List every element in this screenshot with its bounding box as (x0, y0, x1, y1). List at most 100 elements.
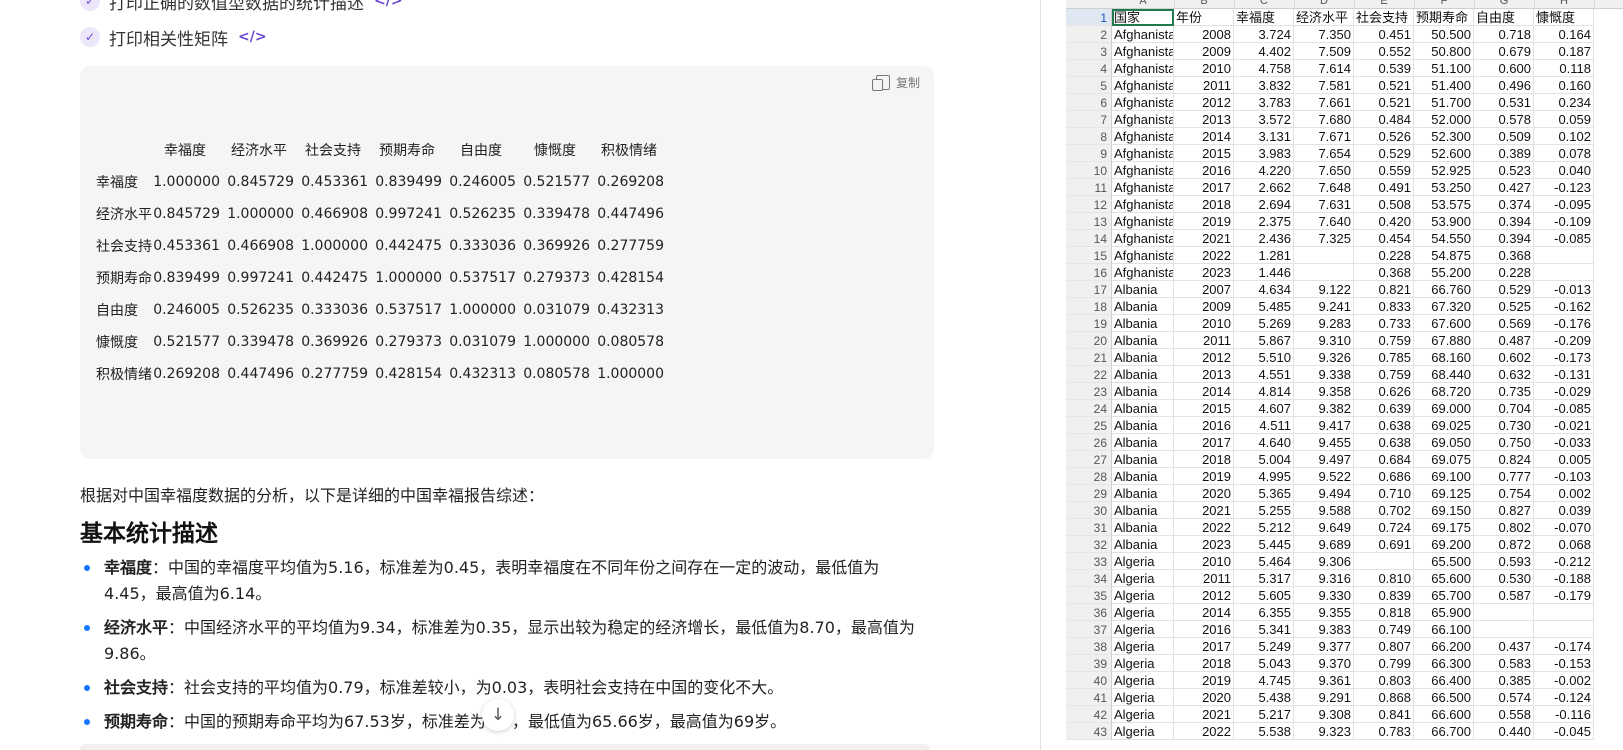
cell[interactable]: 0.839 (1354, 587, 1414, 604)
cell[interactable]: 2018 (1174, 451, 1234, 468)
cell[interactable]: 0.160 (1534, 77, 1594, 94)
cell[interactable]: 0.521 (1354, 94, 1414, 111)
cell[interactable]: 2018 (1174, 655, 1234, 672)
cell[interactable]: 5.538 (1234, 723, 1294, 740)
cell[interactable]: 2019 (1174, 672, 1234, 689)
cell[interactable]: 2011 (1174, 77, 1234, 94)
row-number[interactable]: 37 (1066, 621, 1111, 638)
cell[interactable]: 0.078 (1534, 145, 1594, 162)
cell[interactable]: 0.385 (1474, 672, 1534, 689)
cell[interactable]: Albania (1112, 468, 1174, 485)
cell[interactable]: 0.529 (1354, 145, 1414, 162)
cell[interactable]: -0.174 (1534, 638, 1594, 655)
cell[interactable]: 65.500 (1414, 553, 1474, 570)
row-number[interactable]: 21 (1066, 349, 1111, 366)
cell[interactable]: -0.029 (1534, 383, 1594, 400)
cell[interactable]: -0.179 (1534, 587, 1594, 604)
row-number[interactable]: 11 (1066, 179, 1111, 196)
cell[interactable] (1534, 247, 1594, 264)
cell[interactable]: -0.124 (1534, 689, 1594, 706)
cell[interactable]: 66.500 (1414, 689, 1474, 706)
cell[interactable]: 2019 (1174, 468, 1234, 485)
cell[interactable]: 2023 (1174, 536, 1234, 553)
cell[interactable]: 7.654 (1294, 145, 1354, 162)
row-number[interactable]: 3 (1066, 43, 1111, 60)
cell[interactable]: 2020 (1174, 689, 1234, 706)
cell[interactable]: -0.085 (1534, 400, 1594, 417)
column-header-d[interactable]: D (1294, 0, 1355, 8)
cell[interactable]: 0.523 (1474, 162, 1534, 179)
cell[interactable]: Afghanistan (1112, 128, 1174, 145)
cell[interactable]: 9.316 (1294, 570, 1354, 587)
cell[interactable]: 0.521 (1354, 77, 1414, 94)
header-cell[interactable]: 社会支持 (1354, 9, 1414, 26)
code-icon[interactable]: </> (238, 29, 267, 45)
header-cell[interactable]: 预期寿命 (1414, 9, 1474, 26)
cell[interactable]: 2016 (1174, 621, 1234, 638)
cell[interactable]: Algeria (1112, 706, 1174, 723)
cell[interactable]: 9.417 (1294, 417, 1354, 434)
cell[interactable]: 53.900 (1414, 213, 1474, 230)
cell[interactable]: 2011 (1174, 332, 1234, 349)
cell[interactable]: -0.162 (1534, 298, 1594, 315)
cell[interactable]: 0.802 (1474, 519, 1534, 536)
cell[interactable]: -0.116 (1534, 706, 1594, 723)
cell[interactable]: 5.004 (1234, 451, 1294, 468)
row-number[interactable]: 20 (1066, 332, 1111, 349)
cell[interactable]: 66.700 (1414, 723, 1474, 740)
cell[interactable]: 2022 (1174, 723, 1234, 740)
cell[interactable]: -0.095 (1534, 196, 1594, 213)
cell[interactable]: 3.572 (1234, 111, 1294, 128)
cell[interactable]: Albania (1112, 519, 1174, 536)
cell[interactable]: -0.085 (1534, 230, 1594, 247)
cell[interactable] (1294, 264, 1354, 281)
scroll-down-button[interactable]: ↓ (482, 699, 514, 731)
cell[interactable]: 5.212 (1234, 519, 1294, 536)
cell[interactable]: 2010 (1174, 553, 1234, 570)
cell[interactable]: 0.437 (1474, 638, 1534, 655)
cell[interactable]: -0.173 (1534, 349, 1594, 366)
cell[interactable]: 4.607 (1234, 400, 1294, 417)
cell[interactable]: 0.118 (1534, 60, 1594, 77)
cell[interactable]: 0.759 (1354, 332, 1414, 349)
cell[interactable]: 0.783 (1354, 723, 1414, 740)
cell[interactable]: 0.749 (1354, 621, 1414, 638)
row-number[interactable]: 34 (1066, 570, 1111, 587)
cell[interactable]: Afghanistan (1112, 196, 1174, 213)
cell[interactable]: 7.648 (1294, 179, 1354, 196)
cell[interactable]: 2020 (1174, 485, 1234, 502)
cell[interactable]: Afghanistan (1112, 162, 1174, 179)
cell[interactable]: Afghanistan (1112, 77, 1174, 94)
cell[interactable]: 2015 (1174, 145, 1234, 162)
cell[interactable]: 0.754 (1474, 485, 1534, 502)
cell[interactable]: Albania (1112, 332, 1174, 349)
cell[interactable]: 0.574 (1474, 689, 1534, 706)
cell[interactable]: 2009 (1174, 298, 1234, 315)
cell[interactable]: 0.420 (1354, 213, 1414, 230)
row-number[interactable]: 14 (1066, 230, 1111, 247)
cell[interactable]: Algeria (1112, 587, 1174, 604)
cell[interactable]: 2.436 (1234, 230, 1294, 247)
row-number[interactable]: 41 (1066, 689, 1111, 706)
cell[interactable]: 0.569 (1474, 315, 1534, 332)
cell[interactable]: 9.338 (1294, 366, 1354, 383)
row-number[interactable]: 19 (1066, 315, 1111, 332)
cell[interactable]: 9.382 (1294, 400, 1354, 417)
cell[interactable]: -0.131 (1534, 366, 1594, 383)
cell[interactable]: 0.039 (1534, 502, 1594, 519)
row-number[interactable]: 43 (1066, 723, 1111, 740)
cell[interactable]: Albania (1112, 485, 1174, 502)
row-number[interactable]: 26 (1066, 434, 1111, 451)
cell[interactable]: 66.200 (1414, 638, 1474, 655)
cell[interactable]: 65.700 (1414, 587, 1474, 604)
cell[interactable]: Algeria (1112, 621, 1174, 638)
cell[interactable]: 53.575 (1414, 196, 1474, 213)
cell[interactable]: 5.510 (1234, 349, 1294, 366)
cell[interactable]: 0.374 (1474, 196, 1534, 213)
cell[interactable]: 5.485 (1234, 298, 1294, 315)
cell[interactable]: 68.160 (1414, 349, 1474, 366)
cell[interactable]: 5.445 (1234, 536, 1294, 553)
cell[interactable]: 0.427 (1474, 179, 1534, 196)
cell[interactable]: 0.702 (1354, 502, 1414, 519)
row-number[interactable]: 38 (1066, 638, 1111, 655)
